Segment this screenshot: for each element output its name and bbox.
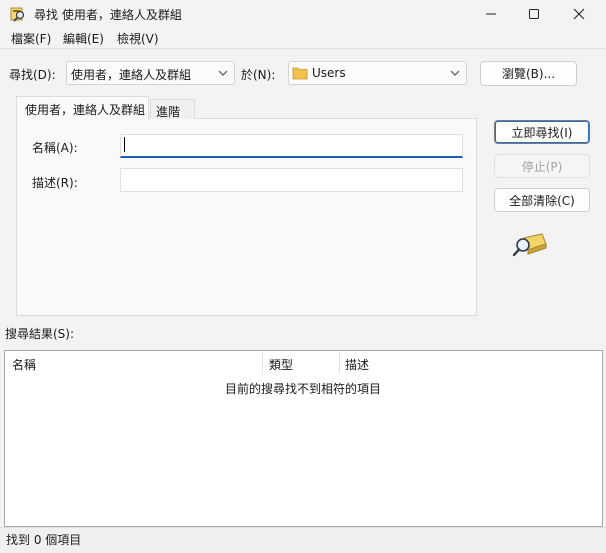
- menu-file[interactable]: 檔案(F): [11, 30, 51, 47]
- maximize-icon: [529, 9, 539, 19]
- column-divider[interactable]: [262, 352, 263, 374]
- search-animation-icon: [512, 228, 548, 263]
- name-input[interactable]: [120, 134, 463, 158]
- close-button[interactable]: [556, 0, 602, 28]
- window-title: 尋找 使用者，連絡人及群組: [34, 8, 182, 22]
- clear-all-button[interactable]: 全部清除(C): [494, 188, 590, 212]
- find-type-dropdown[interactable]: 使用者，連絡人及群組: [66, 61, 235, 85]
- empty-results-message: 目前的搜尋找不到相符的項目: [224, 382, 381, 396]
- stop-button[interactable]: 停止(P): [494, 154, 590, 178]
- tab-users-contacts-groups[interactable]: 使用者，連絡人及群組: [16, 96, 149, 119]
- find-label: 尋找(D):: [9, 68, 56, 82]
- column-header-description[interactable]: 描述: [345, 356, 369, 373]
- results-list[interactable]: [4, 350, 603, 527]
- location-value: Users: [312, 66, 346, 80]
- find-now-button[interactable]: 立即尋找(I): [494, 120, 590, 144]
- chevron-down-icon: [218, 70, 228, 76]
- description-label: 描述(R):: [32, 176, 78, 190]
- tab-advanced[interactable]: 進階: [150, 99, 195, 119]
- status-bar: [0, 527, 606, 553]
- description-input[interactable]: [120, 168, 463, 192]
- column-divider[interactable]: [339, 352, 340, 374]
- status-text: 找到 0 個項目: [6, 533, 82, 547]
- chevron-down-icon: [450, 70, 460, 76]
- in-label: 於(N):: [241, 68, 276, 82]
- text-caret: [124, 137, 125, 152]
- menu-edit[interactable]: 編輯(E): [63, 30, 104, 47]
- browse-button[interactable]: 瀏覽(B)...: [480, 61, 577, 86]
- column-header-type[interactable]: 類型: [269, 356, 293, 373]
- maximize-button[interactable]: [511, 0, 557, 28]
- find-type-value: 使用者，連絡人及群組: [71, 68, 192, 82]
- location-dropdown[interactable]: Users: [288, 61, 467, 85]
- menu-view[interactable]: 檢視(V): [117, 30, 159, 47]
- name-label: 名稱(A):: [32, 141, 78, 155]
- minimize-icon: [486, 13, 496, 15]
- directory-search-icon: [9, 5, 27, 23]
- column-header-name[interactable]: 名稱: [12, 356, 36, 373]
- menu-divider: [0, 48, 606, 49]
- results-label: 搜尋結果(S):: [5, 327, 75, 341]
- minimize-button[interactable]: [468, 0, 514, 28]
- folder-icon: [292, 67, 308, 80]
- close-icon: [573, 8, 585, 20]
